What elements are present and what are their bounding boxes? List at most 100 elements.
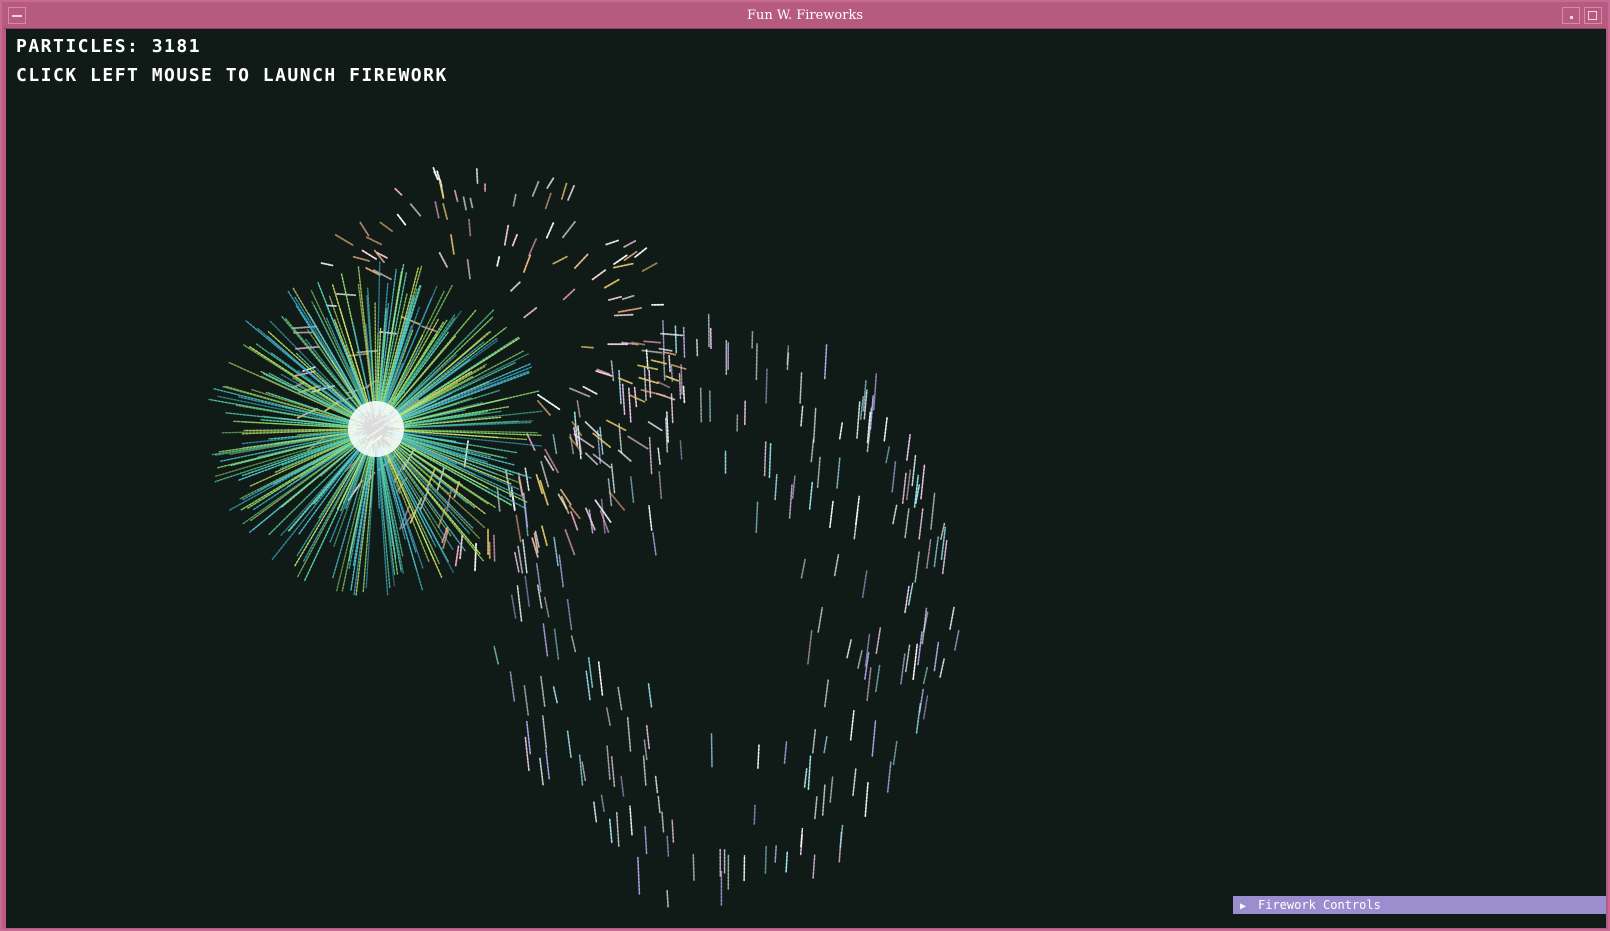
- spark-trail: [545, 222, 555, 240]
- fireworks-canvas[interactable]: Particles: 3181 Click left mouse to laun…: [6, 29, 1606, 928]
- spark-trail: [925, 538, 932, 569]
- spark-trail: [905, 469, 912, 501]
- spark-trail: [849, 709, 855, 741]
- spark-trail: [540, 675, 546, 707]
- spark-trail: [811, 727, 817, 754]
- spark-trail: [814, 796, 818, 820]
- spark-trail: [663, 351, 677, 356]
- spark-trail: [799, 370, 803, 404]
- spark-trail: [921, 607, 928, 645]
- spark-trail: [914, 551, 920, 583]
- spark-trail: [657, 447, 661, 465]
- spark-trail: [582, 385, 598, 395]
- spark-trail: [807, 755, 812, 791]
- spark-trail: [954, 629, 960, 651]
- spark-trail: [906, 433, 911, 461]
- spark-trail: [394, 187, 403, 196]
- spark-trail: [833, 553, 840, 577]
- spark-trail: [930, 492, 936, 530]
- maximize-icon[interactable]: [1584, 7, 1602, 24]
- spark-trail: [503, 224, 510, 246]
- spark-trail: [605, 707, 611, 726]
- spark-trail: [692, 853, 695, 881]
- spark-trail: [836, 457, 841, 489]
- spark-trail: [325, 304, 339, 308]
- spark-trail: [566, 598, 573, 631]
- spark-trail: [856, 401, 861, 439]
- spark-trail: [645, 348, 649, 370]
- spark-trail: [592, 453, 612, 469]
- spark-trail: [492, 534, 496, 562]
- title-bar[interactable]: Fun W. Fireworks: [4, 4, 1606, 29]
- spark-trail: [643, 366, 647, 402]
- spark-trail: [668, 354, 671, 373]
- spark-trail: [763, 439, 767, 477]
- spark-trail: [553, 627, 560, 660]
- spark-trail: [552, 255, 568, 265]
- expand-arrow-icon: ▶: [1240, 901, 1247, 912]
- spark-trail: [647, 421, 663, 432]
- spark-trail: [540, 460, 550, 488]
- white-cyan-burst: [493, 313, 960, 908]
- spark-trail: [496, 487, 501, 512]
- spark-trail: [523, 307, 538, 319]
- spark-trail: [823, 342, 828, 380]
- spark-trail: [545, 748, 551, 780]
- spark-trail: [515, 513, 522, 543]
- spark-trail: [654, 775, 659, 794]
- spark-trail: [516, 585, 523, 622]
- spark-trail: [618, 369, 622, 405]
- spark-trail: [617, 449, 632, 462]
- spark-trail: [637, 856, 641, 895]
- app-window: Fun W. Fireworks Particles: 3181 Click l…: [0, 0, 1610, 931]
- spark-trail: [511, 233, 518, 247]
- spark-trail: [396, 213, 407, 226]
- spark-trail: [509, 671, 516, 702]
- spark-trail: [774, 473, 778, 501]
- spark-trail: [537, 393, 561, 411]
- spark-trail: [615, 811, 620, 847]
- spark-trail: [552, 434, 558, 455]
- spark-trail: [627, 387, 632, 423]
- spark-trail: [661, 811, 665, 833]
- spark-trail: [612, 262, 634, 269]
- spark-trail: [468, 218, 472, 238]
- spark-trail: [546, 177, 555, 189]
- spark-trail: [783, 741, 788, 765]
- spark-trail: [621, 382, 626, 416]
- spark-trail: [379, 221, 393, 232]
- spark-trail: [647, 682, 653, 708]
- spark-trail: [918, 506, 924, 540]
- spark-trail: [640, 262, 658, 273]
- spark-trail: [764, 844, 768, 874]
- spark-trail: [574, 253, 589, 269]
- spark-trail: [674, 324, 678, 354]
- spark-trail: [917, 631, 923, 666]
- spark-trail: [911, 453, 917, 487]
- spark-trail: [542, 623, 549, 657]
- spark-trail: [618, 377, 633, 385]
- spark-trail: [904, 585, 910, 614]
- spark-trail: [373, 249, 385, 264]
- spark-trail: [553, 536, 559, 567]
- spark-trail: [566, 730, 572, 759]
- spark-trail: [638, 376, 659, 385]
- spark-trail: [900, 653, 906, 685]
- spark-trail: [915, 702, 922, 734]
- spark-trail: [912, 643, 919, 681]
- spark-trail: [560, 182, 568, 200]
- spark-trail: [786, 352, 790, 371]
- firework-controls-toggle[interactable]: ▶ Firework Controls: [1233, 896, 1606, 914]
- spark-trail: [642, 755, 647, 786]
- spark-trail: [645, 724, 651, 750]
- spark-trail: [807, 629, 813, 665]
- spark-trail: [522, 538, 528, 574]
- spark-trail: [629, 805, 633, 836]
- spark-trail: [469, 197, 474, 210]
- spark-trail: [885, 446, 891, 464]
- spark-trail: [628, 393, 646, 403]
- minimize-icon[interactable]: [1562, 7, 1580, 24]
- spark-trail: [872, 373, 878, 411]
- spark-trail: [883, 415, 889, 442]
- spark-trail: [523, 254, 532, 273]
